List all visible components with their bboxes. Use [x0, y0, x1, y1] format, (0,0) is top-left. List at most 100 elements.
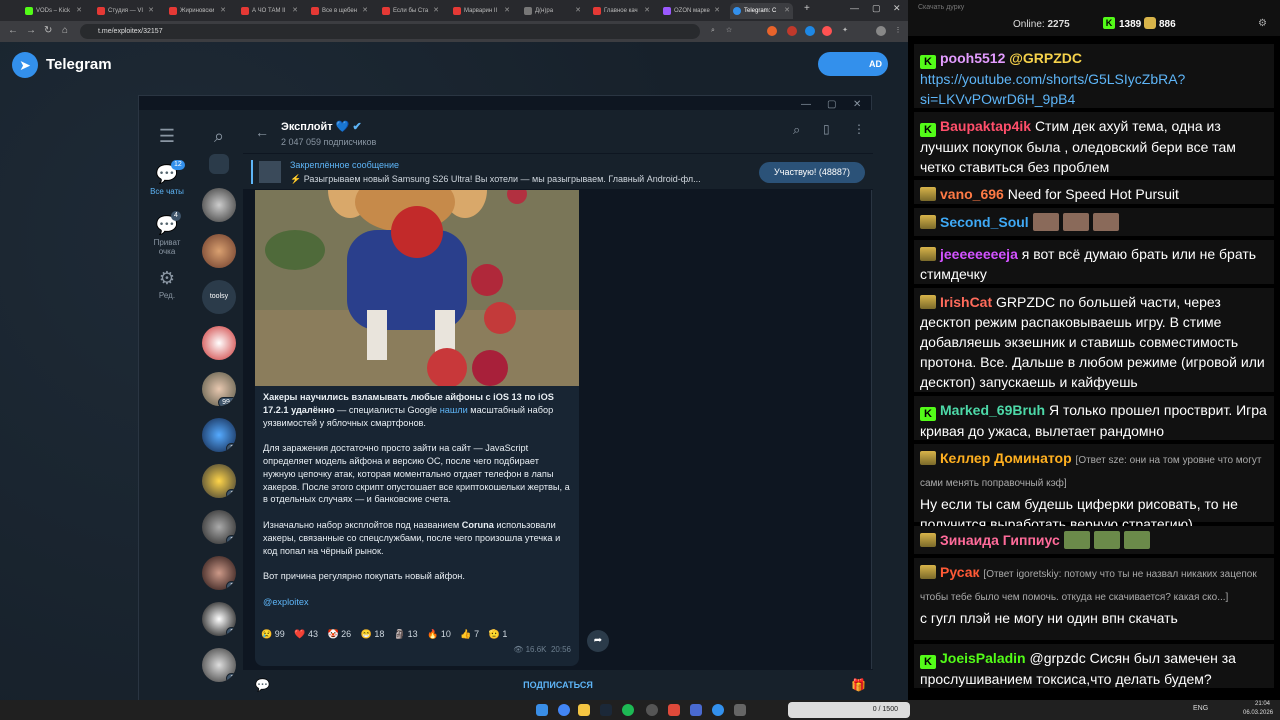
steam-icon[interactable]	[600, 704, 612, 716]
reaction-chip[interactable]: 👍 7	[460, 629, 479, 639]
chat-username[interactable]: jeeeeeeeeja	[940, 246, 1018, 262]
chat-avatar[interactable]: toolsy	[202, 280, 236, 314]
browser-tab[interactable]: А ЧО ТАМ II ✕	[238, 3, 301, 19]
close-icon[interactable]: ✕	[575, 3, 581, 19]
archive-icon[interactable]	[209, 154, 229, 174]
folder-edit[interactable]: ⚙ Ред.	[139, 268, 195, 300]
gift-icon[interactable]: 🎁	[851, 678, 866, 692]
post-photo[interactable]	[255, 190, 579, 386]
participate-button[interactable]: Участвую! (48887)	[759, 162, 865, 183]
home-icon[interactable]: ⌂	[62, 25, 68, 36]
browser-tab[interactable]: Главное кач ✕	[590, 3, 653, 19]
pinned-message-bar[interactable]: Закреплённое сообщение ⚡ Разыгрываем нов…	[243, 154, 873, 190]
minimize-button[interactable]: —	[850, 3, 859, 13]
chat-username[interactable]: Second_Soul	[940, 214, 1029, 230]
chat-username[interactable]: IrishCat	[940, 294, 992, 310]
close-icon[interactable]: ✕	[148, 3, 154, 19]
reaction-chip[interactable]: 😢 99	[261, 629, 285, 639]
forward-icon[interactable]: →	[26, 25, 36, 36]
channel-name[interactable]: Эксплойт 💙 ✔	[281, 120, 362, 133]
close-icon[interactable]: ✕	[433, 3, 439, 19]
chat-avatar[interactable]: 2	[202, 556, 236, 590]
post-link[interactable]: нашли	[440, 405, 468, 415]
reaction-chip[interactable]: ❤️ 43	[294, 629, 318, 639]
reaction-chip[interactable]: 🤡 26	[327, 629, 351, 639]
app-icon[interactable]	[734, 704, 746, 716]
reaction-chip[interactable]: 🔥 10	[427, 629, 451, 639]
browser-tab[interactable]: VODs – Kick ✕	[22, 3, 85, 19]
browser-tab-active[interactable]: Telegram: C ✕	[730, 3, 793, 19]
close-icon[interactable]: ✕	[220, 3, 226, 19]
chat-avatar[interactable]	[202, 234, 236, 268]
sidebar-toggle-icon[interactable]: ▯	[823, 122, 830, 136]
close-icon[interactable]: ✕	[362, 3, 368, 19]
chrome-icon[interactable]	[558, 704, 570, 716]
browser-tab[interactable]: Марварин II ✕	[450, 3, 513, 19]
chat-avatar[interactable]: 2	[202, 602, 236, 636]
reload-icon[interactable]: ↻	[44, 25, 52, 36]
app-icon[interactable]	[668, 704, 680, 716]
chat-avatar[interactable]	[202, 326, 236, 360]
start-icon[interactable]	[536, 704, 548, 716]
new-tab-button[interactable]: +	[804, 3, 810, 14]
extension-icon[interactable]	[822, 26, 832, 36]
explorer-icon[interactable]	[578, 704, 590, 716]
chat-avatar[interactable]: 99+	[202, 372, 236, 406]
chat-username[interactable]: Зинаида Гиппиус	[940, 532, 1060, 548]
settings-icon[interactable]: ⚙	[1258, 18, 1267, 29]
minimize-button[interactable]: —	[801, 99, 811, 110]
extension-icon[interactable]	[767, 26, 777, 36]
back-icon[interactable]: ←	[255, 124, 269, 140]
chat-username[interactable]: pooh5512	[940, 50, 1005, 66]
chat-username[interactable]: Келлер Доминатор	[940, 450, 1072, 466]
app-icon[interactable]	[690, 704, 702, 716]
puzzle-icon[interactable]: ✦	[840, 26, 850, 36]
telegram-icon[interactable]	[712, 704, 724, 716]
chat-avatar[interactable]: 1	[202, 464, 236, 498]
menu-icon[interactable]: ☰	[139, 126, 195, 149]
language-indicator[interactable]: ENG	[1193, 705, 1208, 712]
back-icon[interactable]: ←	[8, 25, 18, 36]
extension-icon[interactable]	[787, 26, 797, 36]
search-icon[interactable]: ⌕	[793, 122, 800, 138]
maximize-button[interactable]: ▢	[827, 99, 836, 110]
chat-link[interactable]: https://youtube.com/shorts/G5LSIycZbRA?s…	[920, 71, 1185, 107]
clock-date[interactable]: 06.03.2026	[1243, 710, 1273, 716]
search-icon[interactable]: ⌕	[191, 126, 247, 149]
browser-tab[interactable]: Жириновски ✕	[166, 3, 229, 19]
extension-icon[interactable]	[805, 26, 815, 36]
browser-tab[interactable]: Д(н)ра ✕	[521, 3, 584, 19]
chat-avatar[interactable]: 2	[202, 418, 236, 452]
chat-avatar[interactable]: 2	[202, 510, 236, 544]
close-icon[interactable]: ✕	[504, 3, 510, 19]
channel-tag-link[interactable]: @exploitex	[263, 596, 573, 609]
star-icon[interactable]: ☆	[724, 26, 734, 36]
subscribe-button[interactable]: ПОДПИСАТЬСЯ	[243, 680, 873, 690]
close-icon[interactable]: ✕	[784, 3, 790, 19]
folder-private[interactable]: 💬 Приват очка 4	[139, 211, 195, 256]
search-icon[interactable]: ⌕	[708, 26, 718, 36]
chat-username[interactable]: vano_696	[940, 186, 1004, 202]
folder-all-chats[interactable]: 💬 Все чаты 12	[139, 160, 195, 196]
chat-avatar[interactable]: 1	[202, 648, 236, 682]
browser-tab[interactable]: Все в щебен ✕	[308, 3, 371, 19]
chat-username[interactable]: JoeisPaladin	[940, 650, 1026, 666]
close-icon[interactable]: ✕	[76, 3, 82, 19]
reaction-chip[interactable]: 😁 18	[361, 629, 385, 639]
profile-avatar[interactable]	[876, 26, 886, 36]
maximize-button[interactable]: ▢	[872, 3, 881, 14]
close-icon[interactable]: ✕	[292, 3, 298, 19]
clock-time[interactable]: 21:04	[1255, 701, 1270, 707]
close-icon[interactable]: ✕	[644, 3, 650, 19]
browser-tab[interactable]: OZON марке ✕	[660, 3, 723, 19]
share-icon[interactable]: ➦	[587, 630, 609, 652]
chat-username[interactable]: Baupaktap4ik	[940, 118, 1031, 134]
menu-dots-icon[interactable]: ⋮	[893, 26, 903, 36]
reaction-chip[interactable]: 🫡 1	[489, 629, 508, 639]
download-button[interactable]: AD	[818, 52, 888, 76]
browser-tab[interactable]: Студия — VI ✕	[94, 3, 157, 19]
close-window-button[interactable]: ✕	[853, 99, 861, 110]
chat-avatar[interactable]	[202, 188, 236, 222]
url-field[interactable]: t.me/exploitex/32157	[80, 24, 700, 39]
chat-username[interactable]: Русак	[940, 564, 980, 580]
